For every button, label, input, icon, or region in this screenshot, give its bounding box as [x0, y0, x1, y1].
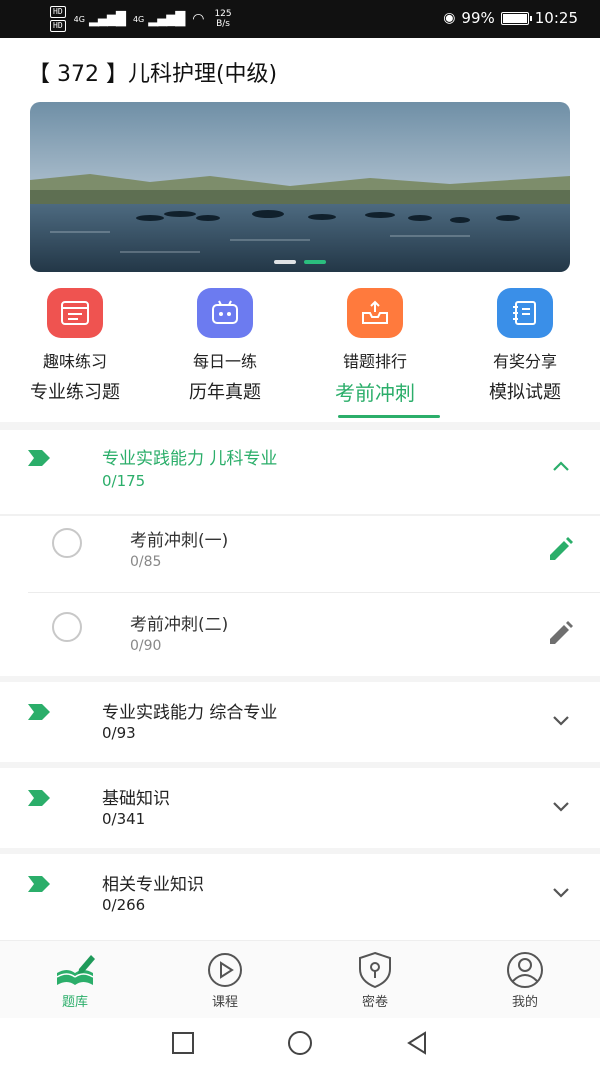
nav-courses[interactable]: 课程 — [150, 941, 300, 1018]
wifi-icon: ◠ — [192, 11, 205, 27]
quick-action-reward-share[interactable]: 有奖分享 — [450, 288, 600, 372]
quick-action-label: 每日一练 — [192, 352, 257, 371]
tab-professional-practice[interactable]: 专业练习题 — [0, 376, 150, 422]
carousel-dot[interactable] — [274, 260, 296, 264]
chapter-title: 基础知识 — [102, 789, 170, 809]
quick-action-daily-practice[interactable]: 每日一练 — [150, 288, 300, 372]
battery-percent: 99% — [461, 9, 495, 27]
hd-indicator: HD HD — [50, 6, 66, 32]
notebook-icon — [497, 288, 553, 338]
signal-icon: ▂▄▆█ — [148, 11, 185, 27]
chapter-progress: 0/266 — [102, 896, 146, 914]
system-navigation-bar — [0, 1018, 600, 1067]
chapter-progress: 0/341 — [102, 810, 146, 828]
quick-action-label: 有奖分享 — [492, 352, 557, 371]
eye-comfort-icon: ◉ — [443, 10, 456, 26]
signal-icon: ▂▄▆█ — [88, 11, 126, 27]
hd-label: HD — [50, 20, 66, 32]
nav-profile[interactable]: 我的 — [450, 941, 600, 1018]
status-bar: HD HD 4G ▂▄▆█ 4G ▂▄▆█ ◠ 125 B/s ◉ 99% 10… — [0, 0, 600, 38]
robot-face-icon — [197, 288, 253, 338]
page-title: 【 372 】儿科护理(中级) — [28, 62, 278, 87]
chapter-title: 相关专业知识 — [102, 875, 204, 895]
pencil-icon[interactable] — [546, 536, 574, 564]
nav-label: 我的 — [511, 995, 538, 1010]
speed-unit: B/s — [216, 19, 230, 29]
nav-question-bank[interactable]: 题库 — [0, 941, 150, 1018]
carousel-dot[interactable] — [304, 260, 326, 264]
battery-icon — [500, 11, 532, 25]
tab-mock-exam[interactable]: 模拟试题 — [450, 376, 600, 422]
book-pencil-icon — [56, 955, 95, 985]
list-item-progress: 0/85 — [130, 554, 162, 570]
list-item-title: 考前冲刺(二) — [130, 615, 229, 635]
browser-list-icon — [47, 288, 103, 338]
chapter-title: 专业实践能力 综合专业 — [102, 703, 278, 723]
speed-value: 125 — [214, 9, 232, 19]
quick-action-wrong-ranking[interactable]: 错题排行 — [300, 288, 450, 372]
tab-past-exams[interactable]: 历年真题 — [150, 376, 300, 422]
chapter-row[interactable]: 专业实践能力 综合专业 0/93 — [0, 682, 600, 762]
network-speed: 125 B/s — [214, 9, 231, 29]
battery-fill — [502, 13, 527, 23]
list-item[interactable]: 考前冲刺(一) 0/85 — [0, 516, 600, 592]
chapter-progress: 0/93 — [102, 724, 136, 742]
chevron-down-icon[interactable] — [552, 800, 570, 812]
back-icon[interactable] — [404, 1030, 430, 1056]
chapter-flag-icon — [28, 790, 50, 806]
category-tabs: 专业练习题 历年真题 考前冲刺 模拟试题 — [0, 376, 600, 422]
recent-apps-icon[interactable] — [170, 1030, 196, 1056]
bottom-navigation: 题库 课程 密卷 我的 — [0, 940, 600, 1018]
tab-pre-exam-sprint[interactable]: 考前冲刺 — [300, 376, 450, 422]
quick-action-fun-practice[interactable]: 趣味练习 — [0, 288, 150, 372]
chapter-flag-icon — [28, 450, 50, 466]
user-circle-icon — [507, 952, 543, 988]
banner-carousel[interactable] — [30, 102, 570, 272]
hd-label: HD — [50, 6, 66, 18]
divider — [28, 592, 600, 593]
chapter-title: 专业实践能力 儿科专业 — [102, 449, 278, 469]
carousel-indicator — [30, 260, 570, 264]
list-item[interactable]: 考前冲刺(二) 0/90 — [0, 594, 600, 676]
network-type: 4G — [132, 14, 145, 24]
chevron-up-icon[interactable] — [552, 460, 570, 472]
play-circle-icon — [208, 953, 242, 987]
nav-label: 密卷 — [361, 995, 388, 1010]
clock: 10:25 — [534, 9, 578, 27]
list-item-title: 考前冲刺(一) — [130, 531, 229, 551]
chapter-flag-icon — [28, 704, 50, 720]
nav-label: 题库 — [61, 995, 88, 1010]
shield-lock-icon — [359, 951, 391, 989]
home-icon[interactable] — [286, 1029, 314, 1057]
pencil-icon[interactable] — [546, 620, 574, 648]
inbox-upload-icon — [347, 288, 403, 338]
chapter-row[interactable]: 相关专业知识 0/266 — [0, 854, 600, 936]
chapter-row[interactable]: 专业实践能力 儿科专业 0/175 — [0, 430, 600, 516]
chevron-down-icon[interactable] — [552, 886, 570, 898]
completion-circle — [52, 528, 82, 558]
divider — [0, 422, 600, 430]
completion-circle — [52, 612, 82, 642]
chevron-down-icon[interactable] — [552, 714, 570, 726]
chapter-row[interactable]: 基础知识 0/341 — [0, 768, 600, 848]
quick-action-label: 趣味练习 — [42, 352, 107, 371]
quick-actions: 趣味练习 每日一练 错题排行 有奖分享 — [0, 288, 600, 372]
banner-image — [30, 102, 570, 272]
nav-secret-papers[interactable]: 密卷 — [300, 941, 450, 1018]
nav-label: 课程 — [211, 995, 238, 1010]
chapter-progress: 0/175 — [102, 472, 146, 490]
quick-action-label: 错题排行 — [342, 352, 407, 371]
list-item-progress: 0/90 — [130, 638, 162, 654]
chapter-flag-icon — [28, 876, 50, 892]
network-type: 4G — [73, 14, 85, 24]
